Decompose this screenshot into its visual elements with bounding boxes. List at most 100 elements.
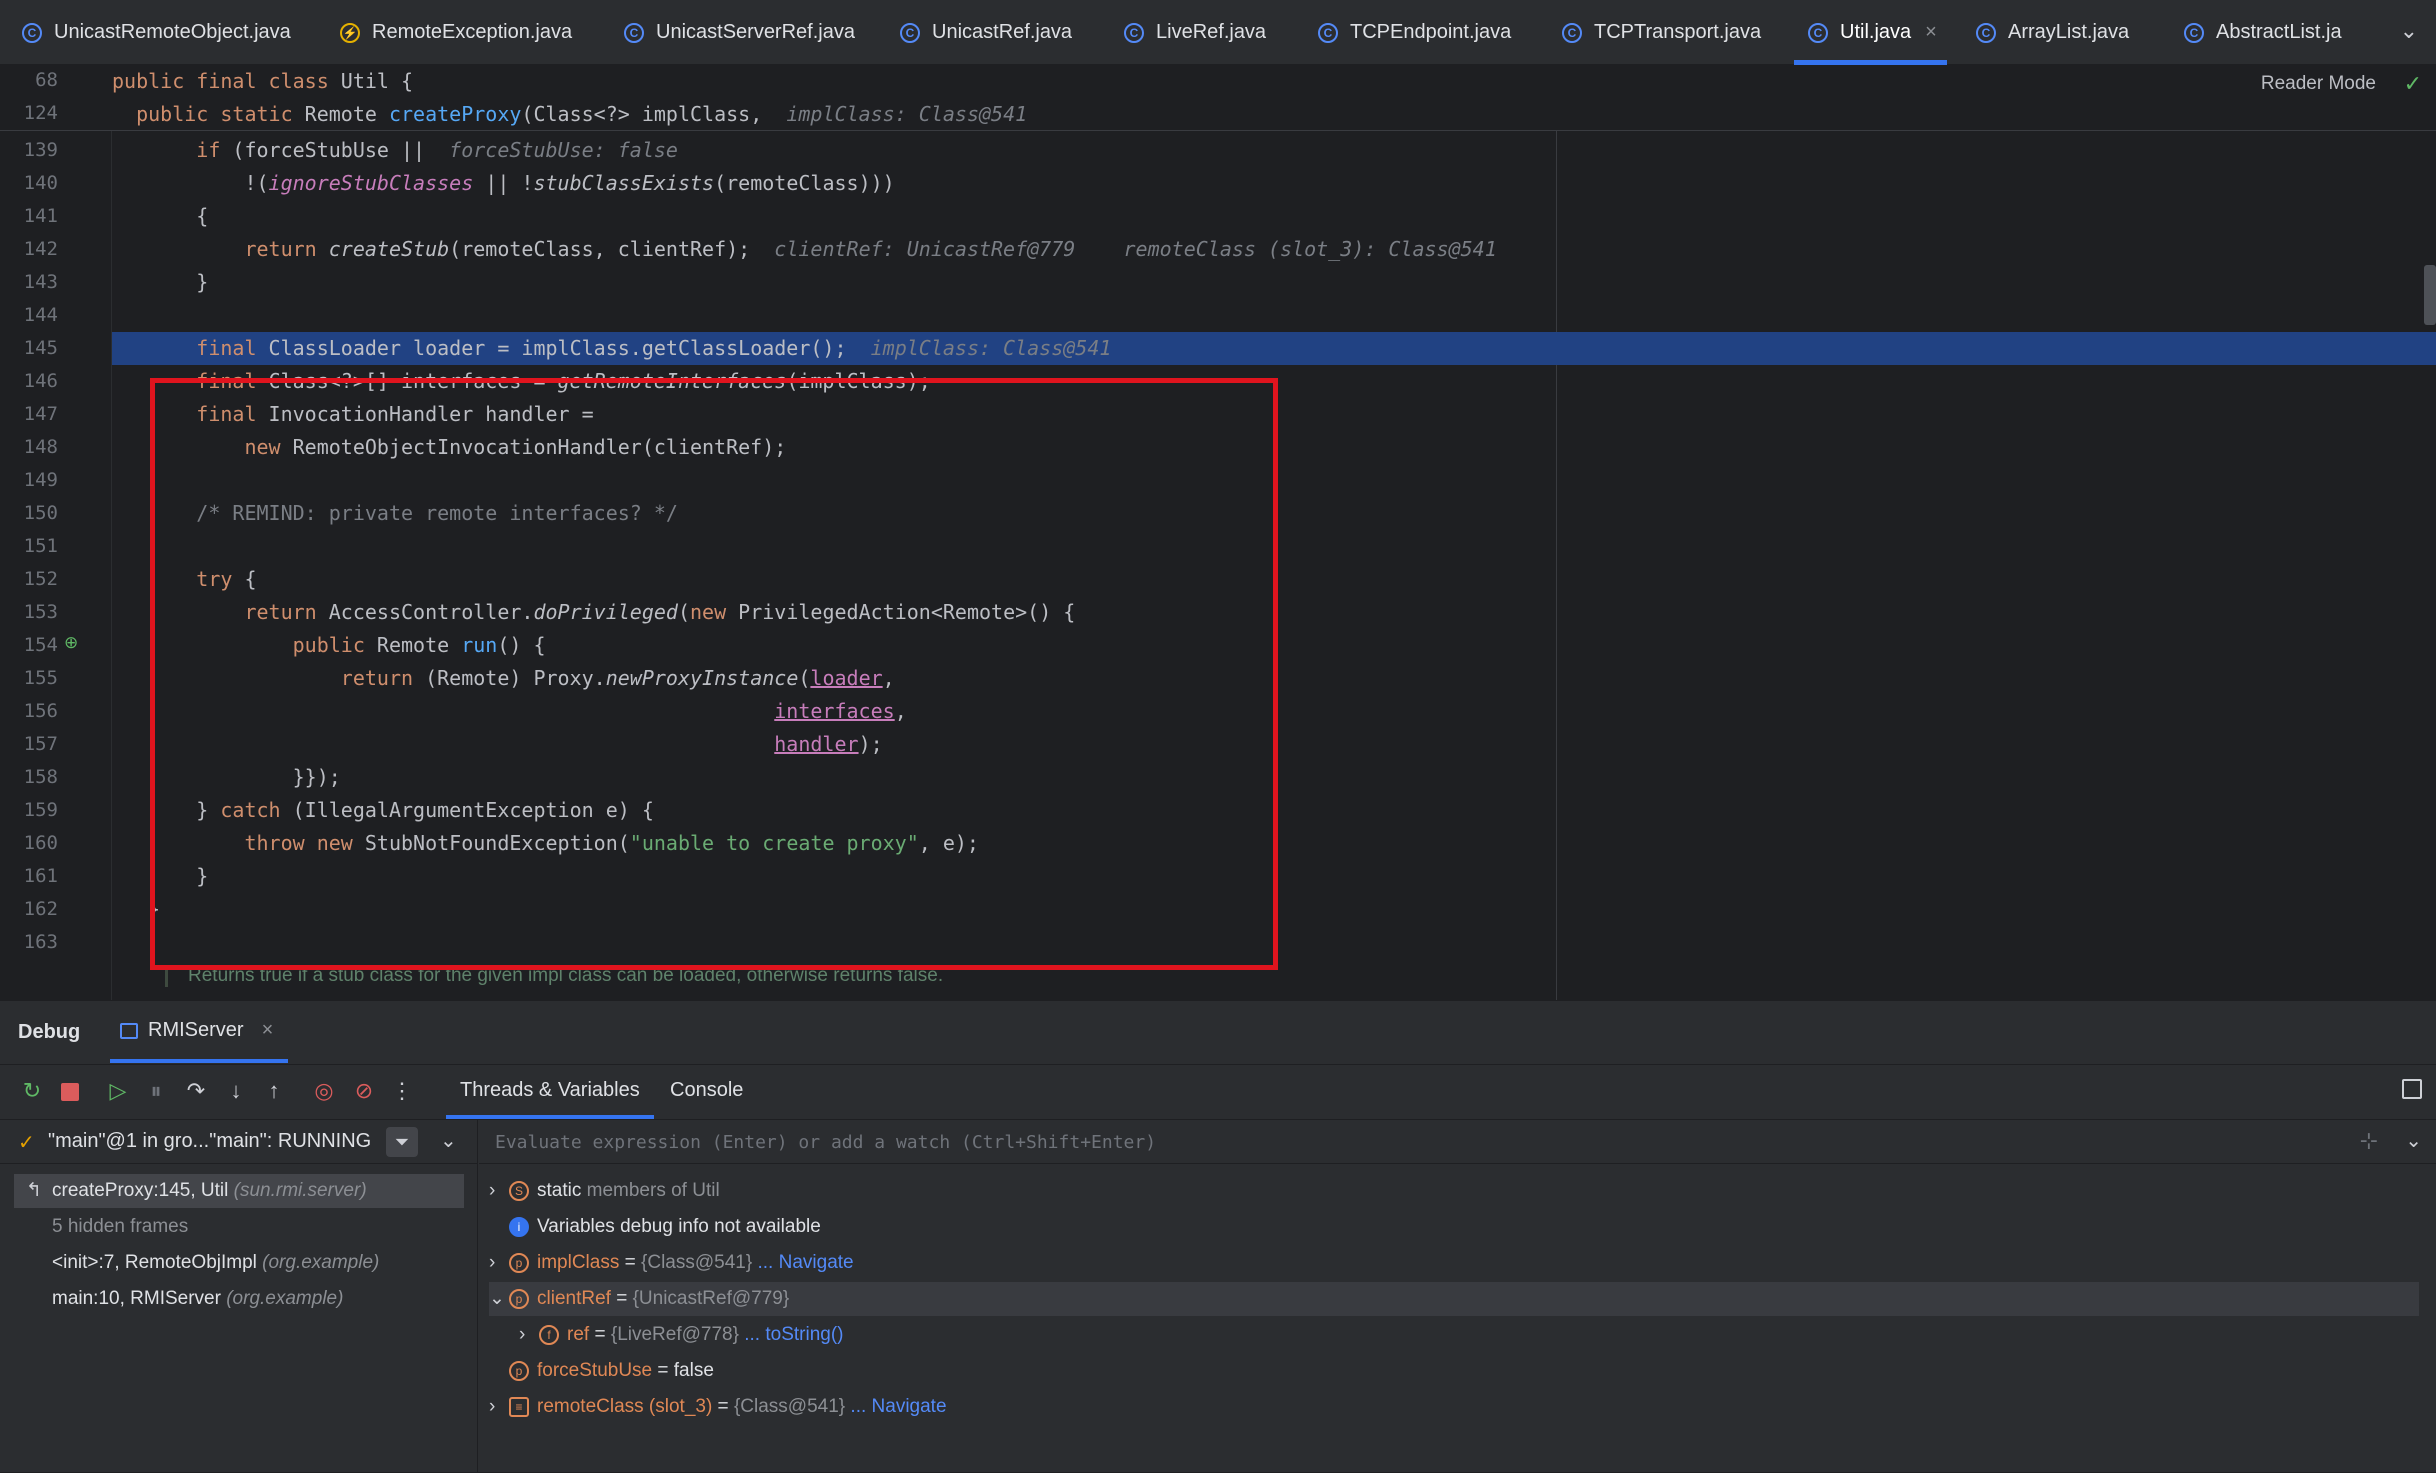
line-number: 146 xyxy=(23,370,58,392)
chevron-right-icon[interactable]: › xyxy=(489,1246,509,1280)
tab-liveref[interactable]: C LiveRef.java xyxy=(1124,0,1266,65)
add-watch-icon[interactable]: ⊹ xyxy=(2360,1128,2378,1154)
variable-clientref[interactable]: ⌄ p clientRef = {UnicastRef@779} xyxy=(489,1282,2419,1316)
tab-remoteexception[interactable]: ⚡ RemoteException.java xyxy=(340,0,572,65)
debug-title: Debug xyxy=(18,1021,81,1043)
tab-arraylist[interactable]: C ArrayList.java xyxy=(1976,0,2129,65)
class-icon: C xyxy=(900,22,920,43)
local-variable-icon: ≡ xyxy=(509,1396,529,1417)
override-gutter-icon[interactable]: ⊕ xyxy=(64,633,78,653)
navigate-link[interactable]: ... Navigate xyxy=(758,1252,854,1273)
line-number: 162 xyxy=(23,898,58,920)
class-icon: C xyxy=(1808,22,1828,43)
line-number: 152 xyxy=(23,568,58,590)
tostring-link[interactable]: ... toString() xyxy=(744,1324,843,1345)
code-line-current: final ClassLoader loader = implClass.get… xyxy=(196,336,1112,360)
frames-panel: ✓ "main"@1 in gro..."main": RUNNING ⏷ ⌄ … xyxy=(0,1120,478,1473)
stack-frame[interactable]: ↰ createProxy:145, Util (sun.rmi.server) xyxy=(14,1174,464,1208)
line-number: 141 xyxy=(23,205,58,227)
line-number: 153 xyxy=(23,601,58,623)
parameter-icon: p xyxy=(509,1360,529,1381)
line-number: 154 xyxy=(23,634,58,656)
line-number: 151 xyxy=(23,535,58,557)
chevron-down-icon[interactable]: ⌄ xyxy=(489,1282,509,1316)
variable-remoteclass[interactable]: › ≡ remoteClass (slot_3) = {Class@541} ...… xyxy=(489,1390,947,1424)
variable-ref[interactable]: › f ref = {LiveRef@778} ... toString() xyxy=(519,1318,843,1352)
thread-selector[interactable]: ✓ "main"@1 in gro..."main": RUNNING ⏷ ⌄ xyxy=(0,1120,478,1164)
line-number: 155 xyxy=(23,667,58,689)
step-over-icon[interactable]: ↷ xyxy=(182,1077,210,1105)
parameter-icon: p xyxy=(509,1252,529,1273)
chevron-down-icon[interactable]: ⌄ xyxy=(440,1128,457,1153)
stack-frame[interactable]: main:10, RMIServer (org.example) xyxy=(14,1282,464,1316)
chevron-right-icon[interactable]: › xyxy=(489,1174,509,1208)
line-number: 68 xyxy=(35,69,58,91)
line-number: 163 xyxy=(23,931,58,953)
chevron-right-icon[interactable]: › xyxy=(489,1390,509,1424)
tab-tcpendpoint[interactable]: C TCPEndpoint.java xyxy=(1318,0,1511,65)
class-icon: C xyxy=(1318,22,1338,43)
navigate-link[interactable]: ... Navigate xyxy=(850,1396,946,1417)
tab-unicastserverref[interactable]: C UnicastServerRef.java xyxy=(624,0,855,65)
tab-console[interactable]: Console xyxy=(670,1079,743,1102)
hidden-frames[interactable]: 5 hidden frames xyxy=(14,1210,464,1244)
chevron-right-icon[interactable]: › xyxy=(519,1318,539,1352)
sticky-method-line: public static Remote createProxy(Class<?… xyxy=(136,102,1028,126)
stop-icon[interactable] xyxy=(56,1077,84,1105)
mute-breakpoints-icon[interactable]: ⊘ xyxy=(350,1077,378,1105)
variable-implclass[interactable]: › p implClass = {Class@541} ... Navigate xyxy=(489,1246,854,1280)
rerun-icon[interactable]: ↻ xyxy=(18,1077,46,1105)
tab-unicastref[interactable]: C UnicastRef.java xyxy=(900,0,1072,65)
info-icon: i xyxy=(509,1216,529,1237)
class-icon: C xyxy=(1976,22,1996,43)
line-number: 160 xyxy=(23,832,58,854)
line-number: 124 xyxy=(23,102,58,124)
reader-mode-button[interactable]: Reader Mode xyxy=(2261,73,2376,95)
line-number: 148 xyxy=(23,436,58,458)
view-breakpoints-icon[interactable]: ◎ xyxy=(310,1077,338,1105)
filter-icon[interactable]: ⏷ xyxy=(386,1127,418,1157)
more-options-icon[interactable]: ⋮ xyxy=(388,1077,416,1105)
tab-threads-variables[interactable]: Threads & Variables xyxy=(460,1079,640,1102)
tab-tcptransport[interactable]: C TCPTransport.java xyxy=(1562,0,1761,65)
static-icon: S xyxy=(509,1180,529,1201)
step-out-icon[interactable]: ↑ xyxy=(260,1077,288,1105)
pause-icon[interactable]: ⏸ xyxy=(142,1077,170,1105)
code-editor[interactable]: 68 public final class Util { 124 public … xyxy=(0,65,2436,1000)
debug-config-tab[interactable]: RMIServer × xyxy=(120,1019,273,1042)
line-number: 159 xyxy=(23,799,58,821)
chevron-down-icon[interactable]: ⌄ xyxy=(2400,18,2418,44)
variables-panel: ⊹ ⌄ ›Sstatic members of Util iVariables … xyxy=(479,1120,2436,1473)
code-line: if (forceStubUse || forceStubUse: false xyxy=(196,138,678,162)
tab-util[interactable]: C Util.java × xyxy=(1794,0,1947,65)
chevron-down-icon[interactable]: ⌄ xyxy=(2405,1128,2422,1153)
run-config-icon xyxy=(120,1022,138,1039)
resume-icon[interactable]: ▷ xyxy=(104,1077,132,1105)
line-number: 147 xyxy=(23,403,58,425)
line-number: 140 xyxy=(23,172,58,194)
line-number: 149 xyxy=(23,469,58,491)
step-into-icon[interactable]: ↓ xyxy=(222,1077,250,1105)
close-icon[interactable]: × xyxy=(262,1019,274,1042)
code-line: !(ignoreStubClasses || !stubClassExists(… xyxy=(112,171,895,195)
tab-abstractlist[interactable]: C AbstractList.ja xyxy=(2184,0,2344,65)
editor-scrollbar[interactable] xyxy=(2424,265,2436,325)
tab-unicastremoteobject[interactable]: C UnicastRemoteObject.java xyxy=(22,0,291,65)
line-number: 145 xyxy=(23,337,58,359)
evaluate-expression-input[interactable] xyxy=(495,1126,2195,1158)
class-icon: C xyxy=(2184,22,2204,43)
variable-forcestubuse[interactable]: p forceStubUse = false xyxy=(489,1354,714,1388)
code-line: return createStub(remoteClass, clientRef… xyxy=(244,237,1497,261)
right-margin-guide xyxy=(1556,131,1557,1000)
code-line: } xyxy=(112,270,209,294)
stack-frame[interactable]: <init>:7, RemoteObjImpl (org.example) xyxy=(14,1246,464,1280)
line-number: 150 xyxy=(23,502,58,524)
class-icon: C xyxy=(624,22,644,43)
class-icon: C xyxy=(1124,22,1144,43)
close-icon[interactable]: × xyxy=(1925,21,1937,44)
class-icon: C xyxy=(22,22,42,43)
variable-static-members[interactable]: › Sstatic members of Util xyxy=(489,1174,720,1208)
line-number: 143 xyxy=(23,271,58,293)
layout-icon[interactable] xyxy=(2402,1079,2422,1099)
line-number: 142 xyxy=(23,238,58,260)
